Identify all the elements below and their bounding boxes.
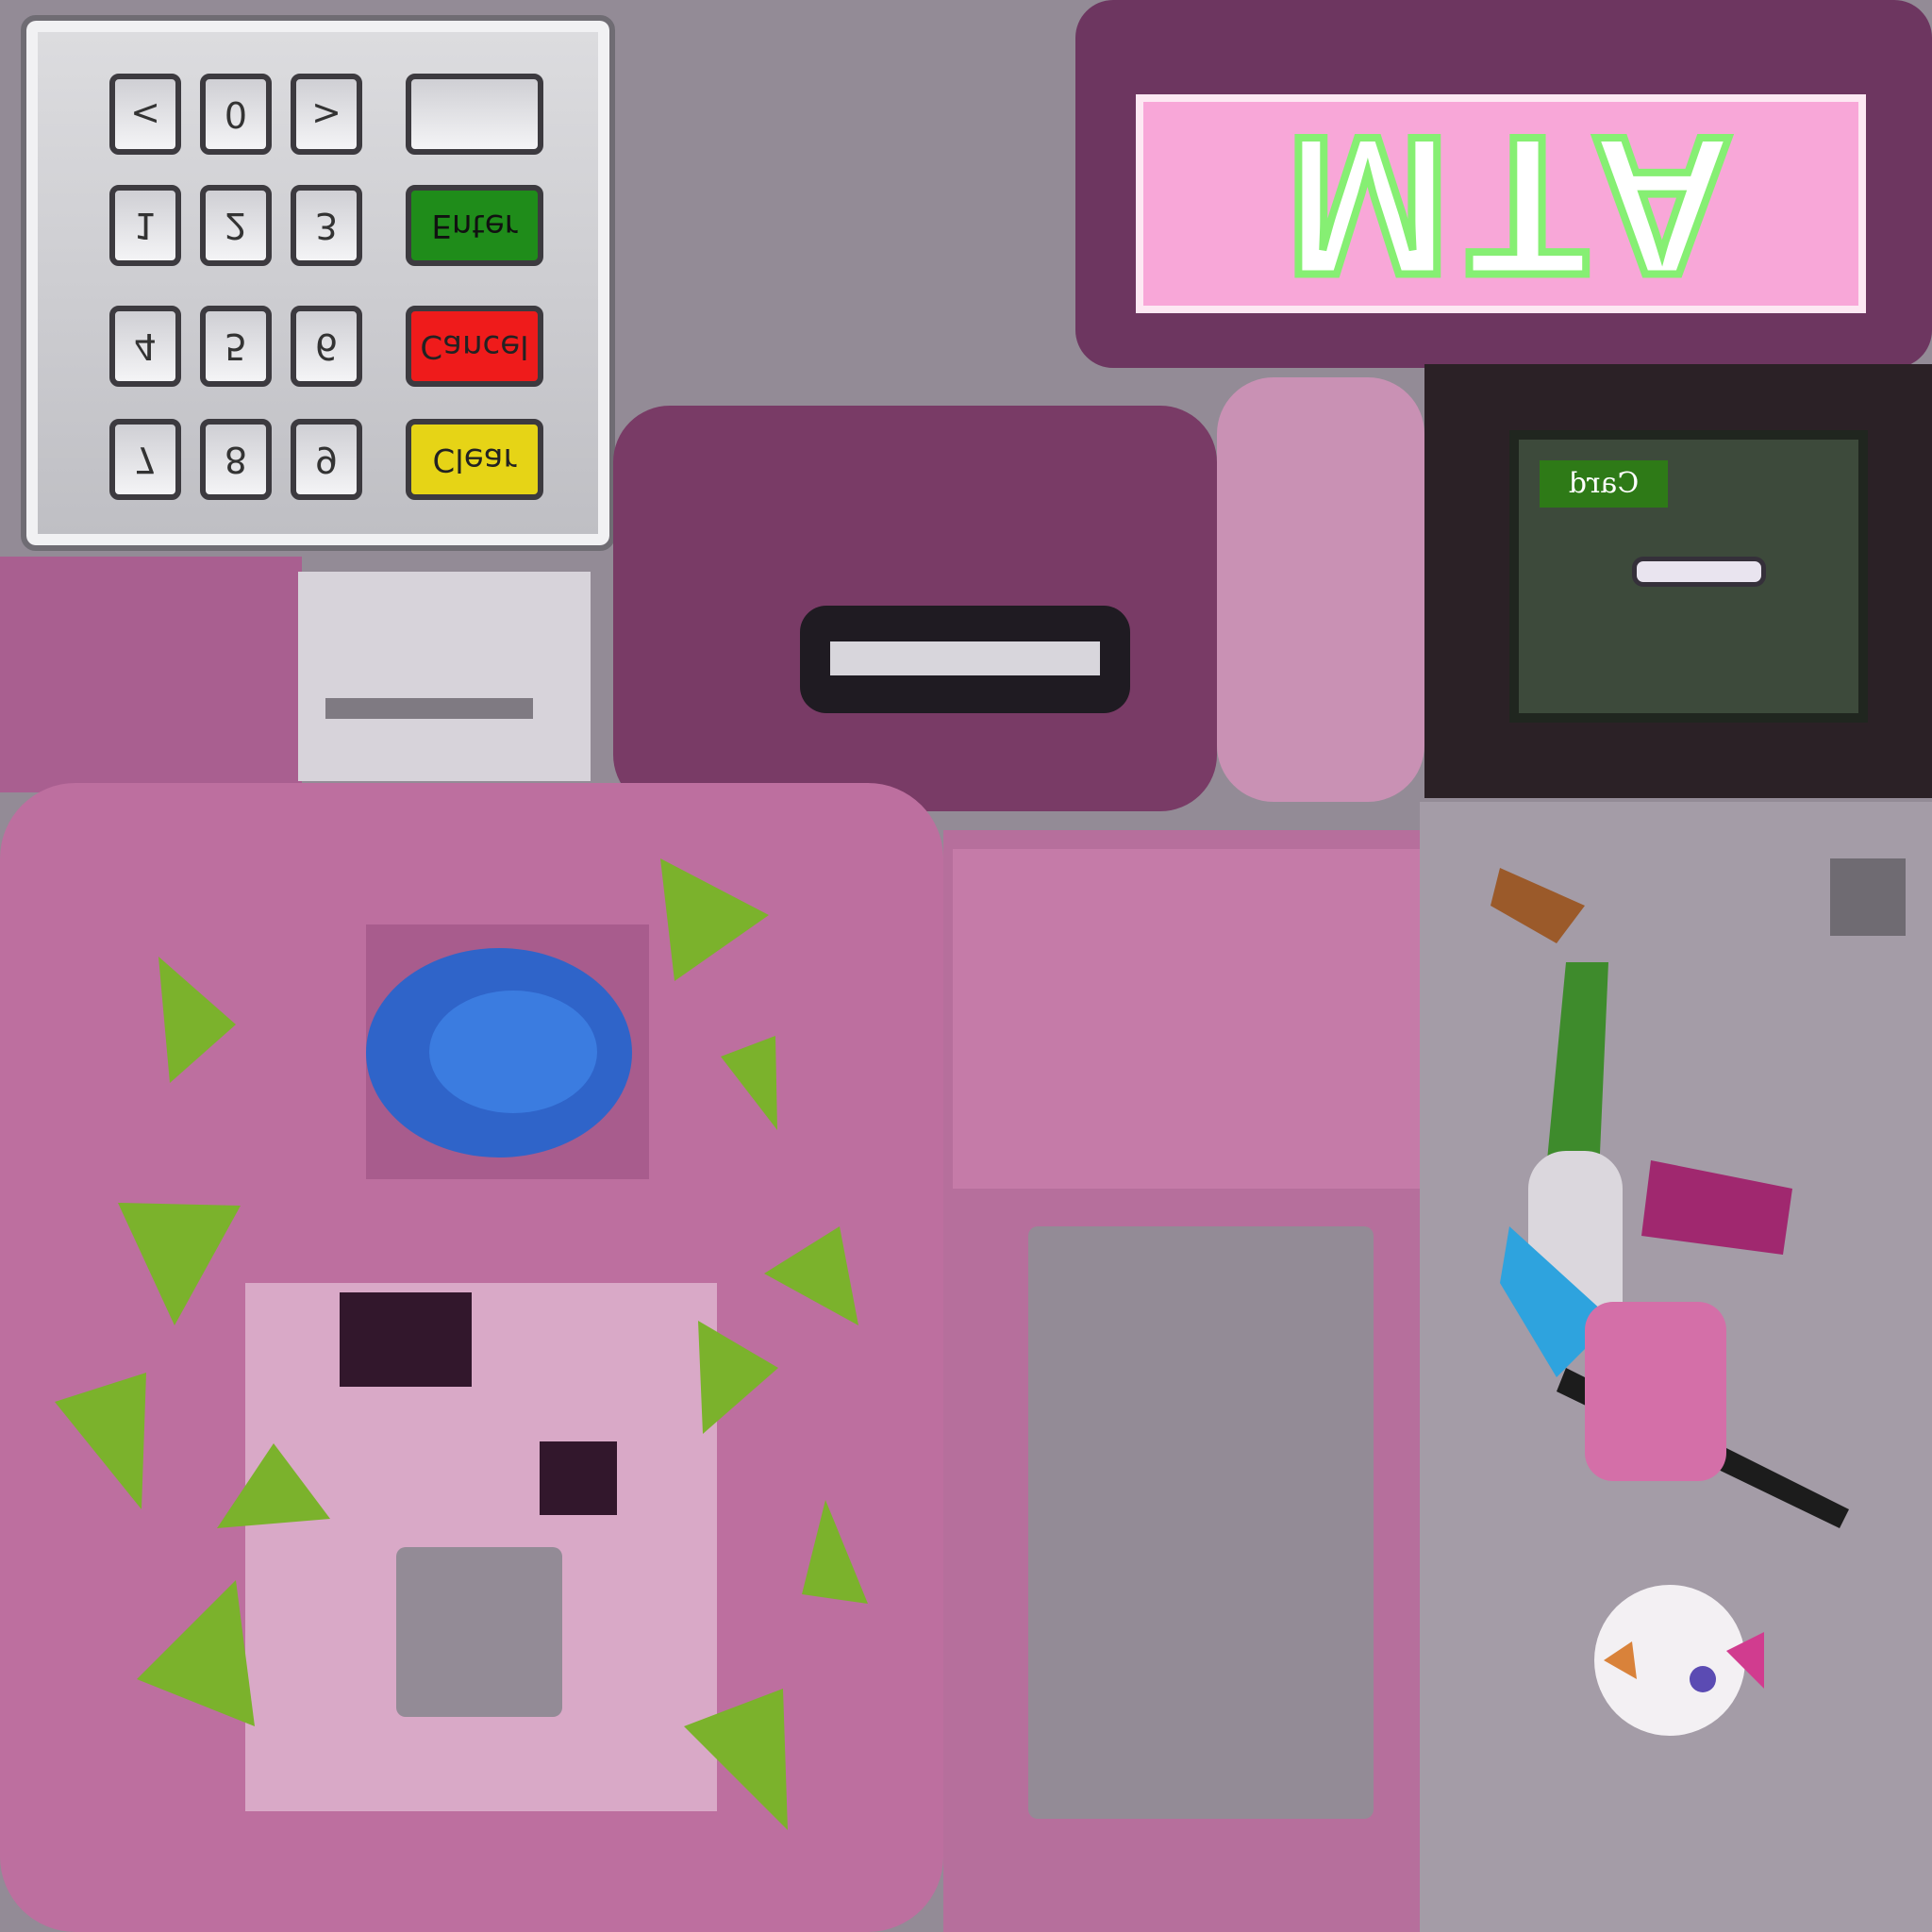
character-illustration	[1491, 868, 1849, 1736]
light-panel	[298, 572, 591, 781]
green-triangle-pattern	[55, 858, 868, 1830]
key-9[interactable]: 9	[291, 419, 362, 500]
green-triangle	[158, 957, 236, 1083]
cash-slot-bills	[830, 641, 1100, 675]
key-6[interactable]: 6	[291, 306, 362, 387]
eye	[1690, 1666, 1716, 1692]
blank-key[interactable]	[406, 74, 543, 155]
panel-slot	[325, 698, 533, 719]
torso	[1585, 1302, 1726, 1481]
leg-zebra	[1641, 1160, 1792, 1255]
card-label: Card	[1540, 460, 1668, 508]
top-wedge	[953, 849, 1462, 1189]
key-7[interactable]: 7	[109, 419, 181, 500]
key-5[interactable]: 5	[200, 306, 272, 387]
green-triangle	[802, 1500, 868, 1604]
key-4[interactable]: 4	[109, 306, 181, 387]
leg-green	[1547, 962, 1608, 1174]
key-right[interactable]: >	[291, 74, 362, 155]
side-panel	[1217, 377, 1424, 802]
enter-label: Enter	[431, 207, 518, 244]
key-3[interactable]: 3	[291, 185, 362, 266]
key-0[interactable]: 0	[200, 74, 272, 155]
cancel-label: Cancel	[420, 327, 529, 365]
banner-text: ATM	[1264, 92, 1737, 321]
key-2[interactable]: 2	[200, 185, 272, 266]
key-8[interactable]: 8	[200, 419, 272, 500]
key-left[interactable]: <	[109, 74, 181, 155]
green-triangle	[217, 1443, 330, 1528]
green-triangle	[764, 1226, 858, 1325]
cancel-button[interactable]: Cancel	[406, 306, 543, 387]
green-triangle	[55, 1373, 146, 1509]
green-triangle	[721, 1036, 777, 1130]
green-triangle	[660, 858, 769, 981]
panel-strip	[0, 557, 302, 792]
clear-label: Clear	[432, 441, 517, 478]
green-triangle	[137, 1580, 255, 1726]
enter-button[interactable]: Enter	[406, 185, 543, 266]
clear-button[interactable]: Clear	[406, 419, 543, 500]
hand	[1491, 868, 1585, 943]
atm-banner: ATM	[1136, 92, 1866, 321]
background-block	[660, 0, 1075, 415]
atm-keypad: < 0 > 1 2 3 4 5 6 7 8 9 Enter Cancel Cle…	[21, 15, 615, 551]
green-triangle	[118, 1203, 241, 1325]
card-slot[interactable]	[1632, 557, 1766, 587]
grey-door	[1028, 1226, 1374, 1819]
green-triangle	[698, 1321, 778, 1434]
green-triangle	[684, 1689, 788, 1830]
key-1[interactable]: 1	[109, 185, 181, 266]
